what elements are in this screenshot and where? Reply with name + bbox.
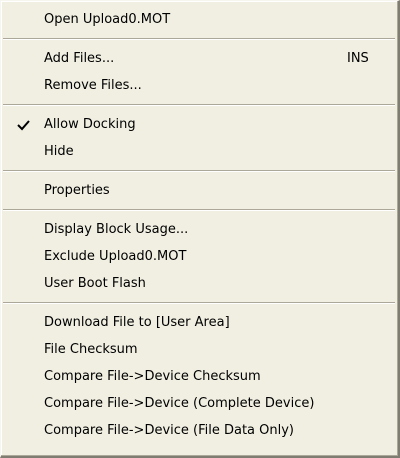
menu-item-label: Compare File->Device (Complete Device) <box>44 396 315 411</box>
menu-item-download-file[interactable]: Download File to [User Area] <box>1 309 398 336</box>
menu-item-open-upload0-mot[interactable]: Open Upload0.MOT <box>1 6 398 33</box>
menu-item-allow-docking[interactable]: Allow Docking <box>1 111 398 138</box>
menu-item-file-checksum[interactable]: File Checksum <box>1 336 398 363</box>
menu-item-compare-file-data-only[interactable]: Compare File->Device (File Data Only) <box>1 417 398 444</box>
menu-item-exclude-upload0-mot[interactable]: Exclude Upload0.MOT <box>1 243 398 270</box>
menu-item-properties[interactable]: Properties <box>1 177 398 204</box>
menu-item-compare-device-checksum[interactable]: Compare File->Device Checksum <box>1 363 398 390</box>
menu-item-label: Exclude Upload0.MOT <box>44 249 187 264</box>
menu-item-label: Hide <box>44 144 74 159</box>
menu-item-label: Add Files... <box>44 51 115 66</box>
menu-item-label: Allow Docking <box>44 117 136 132</box>
menu-separator <box>1 204 398 216</box>
menu-separator <box>1 297 398 309</box>
menu-item-shortcut: INS <box>347 51 369 66</box>
menu-item-label: Display Block Usage... <box>44 222 189 237</box>
menu-separator <box>1 33 398 45</box>
menu-separator <box>1 165 398 177</box>
menu-item-label: Compare File->Device Checksum <box>44 369 261 384</box>
context-menu: Open Upload0.MOT Add Files... INS Remove… <box>0 0 400 458</box>
menu-item-hide[interactable]: Hide <box>1 138 398 165</box>
menu-item-remove-files[interactable]: Remove Files... <box>1 72 398 99</box>
menu-item-compare-complete-device[interactable]: Compare File->Device (Complete Device) <box>1 390 398 417</box>
menu-item-label: Properties <box>44 183 110 198</box>
menu-item-user-boot-flash[interactable]: User Boot Flash <box>1 270 398 297</box>
checkmark-icon <box>17 120 30 131</box>
menu-item-label: File Checksum <box>44 342 138 357</box>
menu-separator <box>1 99 398 111</box>
menu-item-add-files[interactable]: Add Files... INS <box>1 45 398 72</box>
menu-item-label: Download File to [User Area] <box>44 315 230 330</box>
menu-item-label: Compare File->Device (File Data Only) <box>44 423 295 438</box>
menu-item-label: Open Upload0.MOT <box>44 12 171 27</box>
menu-item-display-block-usage[interactable]: Display Block Usage... <box>1 216 398 243</box>
menu-item-label: User Boot Flash <box>44 276 146 291</box>
menu-item-label: Remove Files... <box>44 78 142 93</box>
